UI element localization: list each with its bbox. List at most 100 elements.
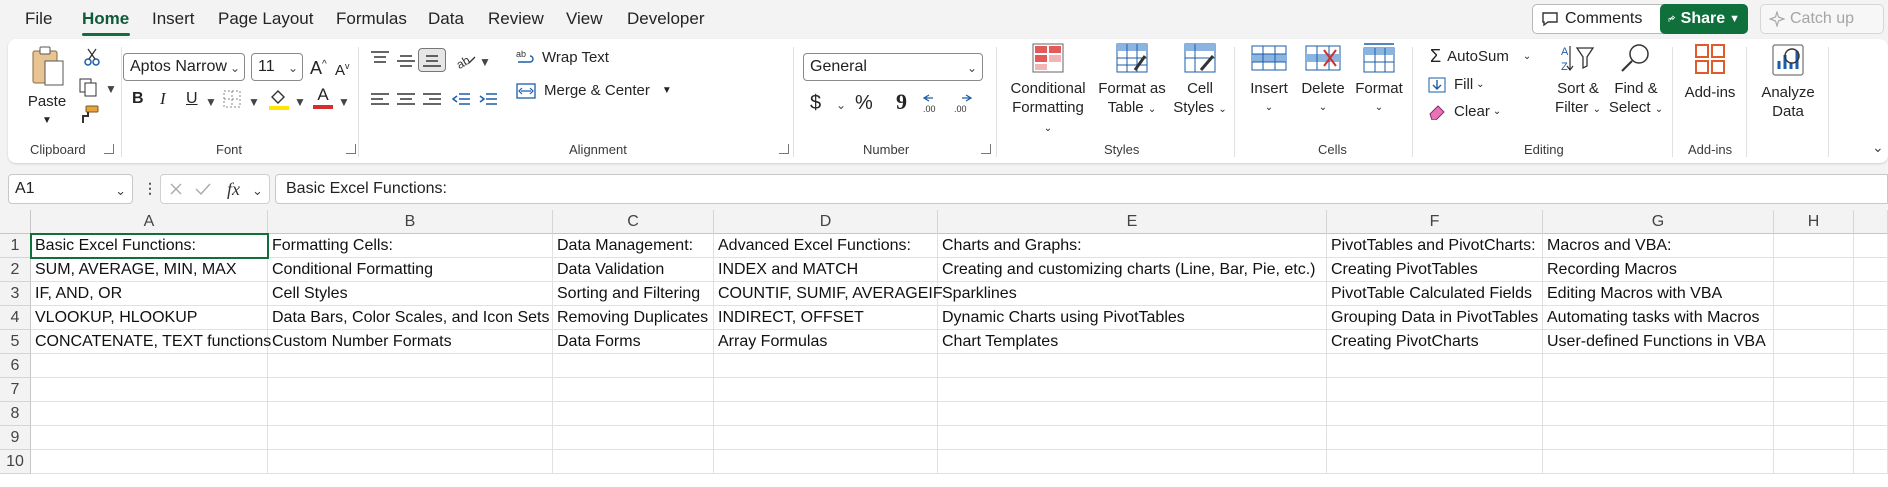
middle-align-icon[interactable] [396,54,416,68]
cell-next4[interactable] [1854,306,1888,330]
tab-view[interactable]: View [566,9,603,29]
align-left-icon[interactable] [370,93,390,107]
cell-d2[interactable]: INDEX and MATCH [714,258,938,282]
increase-decimal-icon[interactable]: .00 [921,92,945,114]
cell-c5[interactable]: Data Forms [553,330,714,354]
increase-indent-icon[interactable] [478,93,498,107]
cell-next3[interactable] [1854,282,1888,306]
cell-e6[interactable] [938,354,1327,378]
cell-a2[interactable]: SUM, AVERAGE, MIN, MAX [31,258,268,282]
cell-b4[interactable]: Data Bars, Color Scales, and Icon Sets [268,306,553,330]
autosum-button[interactable]: Σ AutoSum ⌄ [1430,47,1531,66]
cell-a4[interactable]: VLOOKUP, HLOOKUP [31,306,268,330]
tab-formulas[interactable]: Formulas [336,9,407,29]
cell-f7[interactable] [1327,378,1543,402]
row-header-8[interactable]: 8 [0,402,31,426]
cell-c3[interactable]: Sorting and Filtering [553,282,714,306]
cell-c9[interactable] [553,426,714,450]
chevron-down-icon[interactable]: ▼ [338,95,350,109]
cell-g5[interactable]: User-defined Functions in VBA [1543,330,1774,354]
clipboard-launcher-icon[interactable] [104,144,114,154]
column-header-g[interactable]: G [1543,210,1774,234]
align-right-icon[interactable] [422,93,442,107]
cell-b5[interactable]: Custom Number Formats [268,330,553,354]
cell-f10[interactable] [1327,450,1543,474]
cell-b8[interactable] [268,402,553,426]
cell-h1[interactable] [1774,234,1854,258]
decrease-indent-icon[interactable] [451,93,471,107]
tab-page-layout[interactable]: Page Layout [218,9,313,29]
borders-icon[interactable] [223,90,241,108]
cell-next5[interactable] [1854,330,1888,354]
cell-next2[interactable] [1854,258,1888,282]
cell-next10[interactable] [1854,450,1888,474]
cell-e4[interactable]: Dynamic Charts using PivotTables [938,306,1327,330]
cell-e1[interactable]: Charts and Graphs: [938,234,1327,258]
cell-h2[interactable] [1774,258,1854,282]
column-header-h[interactable]: H [1774,210,1854,234]
cell-g8[interactable] [1543,402,1774,426]
comments-button[interactable]: Comments [1532,4,1678,34]
cell-b10[interactable] [268,450,553,474]
cell-a3[interactable]: IF, AND, OR [31,282,268,306]
cell-e7[interactable] [938,378,1327,402]
font-launcher-icon[interactable] [346,144,356,154]
cell-c10[interactable] [553,450,714,474]
cell-d9[interactable] [714,426,938,450]
tab-file[interactable]: File [25,9,52,29]
cell-a10[interactable] [31,450,268,474]
delete-cells-button[interactable]: Delete ⌄ [1298,42,1348,117]
cell-b7[interactable] [268,378,553,402]
cell-f6[interactable] [1327,354,1543,378]
cell-c1[interactable]: Data Management: [553,234,714,258]
cell-g2[interactable]: Recording Macros [1543,258,1774,282]
cell-c8[interactable] [553,402,714,426]
cell-next9[interactable] [1854,426,1888,450]
cell-a7[interactable] [31,378,268,402]
cell-next7[interactable] [1854,378,1888,402]
clear-button[interactable]: Clear ⌄ [1428,102,1501,121]
cell-a9[interactable] [31,426,268,450]
cell-c4[interactable]: Removing Duplicates [553,306,714,330]
cell-a6[interactable] [31,354,268,378]
cell-g10[interactable] [1543,450,1774,474]
cell-h3[interactable] [1774,282,1854,306]
cell-a8[interactable] [31,402,268,426]
comma-style-button[interactable]: 9 [896,91,907,113]
percent-button[interactable]: % [855,93,873,113]
sort-filter-button[interactable]: AZ Sort & Filter ⌄ [1552,42,1604,119]
tab-developer[interactable]: Developer [627,9,705,29]
chevron-down-icon[interactable]: ▼ [105,82,117,96]
tab-data[interactable]: Data [428,9,464,29]
cut-icon[interactable] [83,47,101,67]
cell-g9[interactable] [1543,426,1774,450]
decrease-decimal-icon[interactable]: .00 [952,92,976,114]
bold-button[interactable]: B [132,89,144,108]
column-header-f[interactable]: F [1327,210,1543,234]
share-button[interactable]: Share ▼ [1660,4,1748,34]
cell-c7[interactable] [553,378,714,402]
cell-b2[interactable]: Conditional Formatting [268,258,553,282]
cell-next8[interactable] [1854,402,1888,426]
row-header-9[interactable]: 9 [0,426,31,450]
number-format-select[interactable]: General ⌄ [803,53,983,81]
paste-button[interactable]: Paste ▼ [22,45,72,126]
copy-icon[interactable] [78,77,100,97]
cell-f4[interactable]: Grouping Data in PivotTables [1327,306,1543,330]
cell-d10[interactable] [714,450,938,474]
column-header-d[interactable]: D [714,210,938,234]
cell-e9[interactable] [938,426,1327,450]
cell-h9[interactable] [1774,426,1854,450]
currency-button[interactable]: $ [810,93,821,113]
cell-f2[interactable]: Creating PivotTables [1327,258,1543,282]
cell-d1[interactable]: Advanced Excel Functions: [714,234,938,258]
cell-g4[interactable]: Automating tasks with Macros [1543,306,1774,330]
chevron-down-icon[interactable]: ▼ [294,95,306,109]
insert-cells-button[interactable]: Insert ⌄ [1244,42,1294,117]
cell-c6[interactable] [553,354,714,378]
number-launcher-icon[interactable] [981,144,991,154]
cell-g6[interactable] [1543,354,1774,378]
cell-h5[interactable] [1774,330,1854,354]
underline-button[interactable]: U [186,89,198,108]
chevron-down-icon[interactable]: ▼ [205,95,217,109]
